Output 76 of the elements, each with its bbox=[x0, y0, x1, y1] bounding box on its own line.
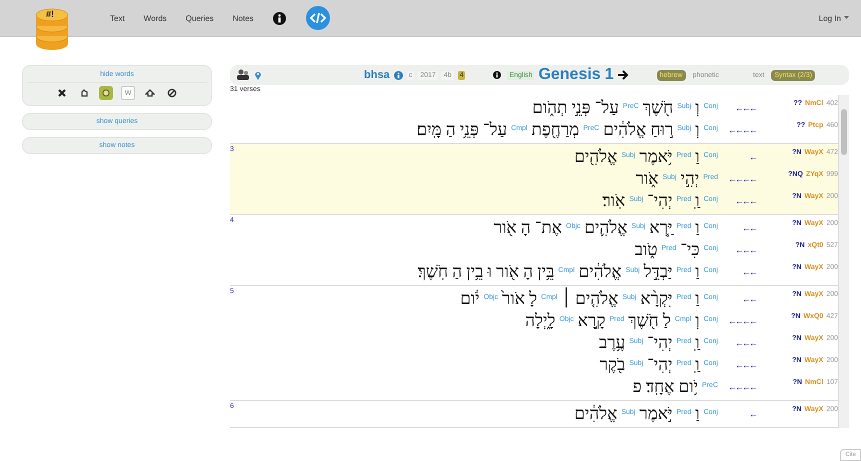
hebrew-phrase: חֹ֖שֶׁךְ bbox=[642, 98, 674, 118]
hebrew-phrase: וְ bbox=[695, 98, 700, 118]
hebrew-phrase: מְרַחֶ֖פֶת bbox=[531, 120, 580, 140]
hebrew-phrase: עַל־ פְּנֵ֥י הַ מָּֽיִם׃ bbox=[416, 120, 508, 140]
code-icon[interactable] bbox=[306, 6, 330, 30]
hebrew-phrase: יְהִי־ bbox=[647, 191, 672, 211]
corpus-name[interactable]: bhsa bbox=[364, 69, 390, 81]
hebrew-phrase: וְ bbox=[695, 120, 700, 140]
hebrew-phrase: וַ bbox=[695, 404, 700, 424]
hebrew-phrase: לָ אֹור֙ bbox=[502, 289, 538, 309]
hebrew-phrase: יַּ֧רְא bbox=[649, 218, 672, 238]
hebrew-phrase: וְ bbox=[695, 311, 700, 331]
clause-arrows: ← bbox=[748, 152, 758, 162]
clause-arrows: ←←← bbox=[734, 245, 758, 255]
login-menu[interactable]: Log In bbox=[818, 14, 849, 22]
hebrew-phrase: קָ֣רָא bbox=[578, 311, 606, 331]
hebrew-phrase: אֱלֹהִ֔ים bbox=[578, 262, 622, 282]
hebrew-phrase: אֱלֹהִ֔ים bbox=[574, 404, 618, 424]
hebrew-phrase: יֹ֔ום bbox=[460, 289, 480, 309]
info-icon[interactable] bbox=[493, 71, 502, 79]
hebrew-phrase: לַ חֹ֖שֶׁךְ bbox=[628, 311, 671, 331]
hebrew-phrase: יֹ֥ום אֶחָֽד׃ פ bbox=[632, 377, 698, 397]
hebrew-phrase: ר֣וּחַ אֱלֹהִ֔ים bbox=[603, 120, 674, 140]
hebrew-phrase: יֹּ֣אמֶר bbox=[639, 404, 672, 424]
hebrew-phrase: וַ bbox=[695, 289, 700, 309]
clause-arrows: ←← bbox=[741, 223, 758, 233]
arrow-right-icon[interactable] bbox=[618, 70, 629, 80]
nav-link[interactable]: Words bbox=[144, 14, 167, 22]
hebrew-phrase: יְהִי־ bbox=[647, 355, 672, 375]
hebrew-phrase: וַֽ bbox=[695, 191, 700, 211]
book-title[interactable]: Genesis bbox=[538, 66, 601, 84]
hebrew-phrase: בֵּ֥ין הָ אֹ֖ור וּ בֵ֥ין הַ חֹֽשֶׁךְ׃ bbox=[418, 262, 554, 282]
hebrew-phrase: יְהִ֣י bbox=[680, 169, 700, 189]
hebrew-phrase: יַּבְדֵּ֣ל bbox=[644, 262, 672, 282]
hebrew-phrase: אֱלֹהִ֖ים bbox=[574, 147, 618, 167]
hebrew-phrase: וַֽ bbox=[695, 333, 700, 353]
hebrew-phrase: כִּי־ bbox=[680, 240, 700, 260]
info-icon[interactable] bbox=[272, 12, 286, 24]
hebrew-phrase: עַל־ פְּנֵ֣י תְהֹ֑ום bbox=[532, 98, 619, 118]
logo-text: #! bbox=[46, 9, 54, 19]
clause-arrows: ←← bbox=[741, 294, 758, 304]
clause-arrows: ←←← bbox=[734, 338, 758, 348]
hebrew-phrase: וַ bbox=[695, 218, 700, 238]
hebrew-phrase: אֱלֹהִ֤ים ׀ bbox=[561, 289, 618, 309]
clause-arrows: ←← bbox=[741, 267, 758, 277]
nav-link[interactable]: Notes bbox=[232, 14, 254, 22]
hebrew-phrase: וַֽ bbox=[695, 355, 700, 375]
clause-arrows: ←←← bbox=[734, 103, 758, 113]
clause-arrows: ←←←← bbox=[727, 316, 758, 326]
clause-arrows: ←←← bbox=[734, 360, 758, 370]
hebrew-phrase: אֹ֑ור bbox=[636, 169, 658, 189]
hebrew-phrase: אֱלֹהִ֛ים bbox=[584, 218, 628, 238]
caret-icon[interactable] bbox=[844, 16, 849, 20]
clause-arrows: ←←←← bbox=[727, 382, 758, 392]
database-logo-icon[interactable] bbox=[34, 6, 70, 52]
clause-arrows: ←←← bbox=[734, 196, 758, 206]
nav-link[interactable]: Queries bbox=[186, 14, 214, 22]
hebrew-phrase: אֶת־ הָ אֹ֖ור bbox=[494, 218, 562, 238]
hebrew-phrase: וַ bbox=[695, 262, 700, 282]
pin-icon[interactable] bbox=[254, 70, 262, 80]
clause-arrows: ← bbox=[748, 409, 758, 419]
hebrew-phrase: יֹּ֥אמֶר bbox=[639, 147, 672, 167]
hebrew-phrase: טֹ֑וב bbox=[634, 240, 658, 260]
chapter-number[interactable]: 1 bbox=[604, 66, 614, 84]
hebrew-phrase: אֹֽור׃ bbox=[602, 191, 626, 211]
nav-link[interactable]: Text bbox=[110, 14, 125, 22]
people-icon[interactable] bbox=[236, 69, 250, 81]
hebrew-phrase: לָ֑יְלָה bbox=[525, 311, 556, 331]
hebrew-phrase: וַ bbox=[695, 147, 700, 167]
hebrew-phrase: יְהִי־ bbox=[647, 333, 672, 353]
clause-arrows: ←←←← bbox=[727, 174, 758, 184]
scrollbar[interactable] bbox=[838, 95, 849, 428]
hebrew-phrase: בֹ֖קֶר bbox=[600, 355, 626, 375]
hebrew-phrase: יִּקְרָ֨א bbox=[640, 289, 672, 309]
clause-arrows: ←←←← bbox=[727, 125, 758, 135]
hebrew-phrase: עֶ֥רֶב bbox=[599, 333, 626, 353]
